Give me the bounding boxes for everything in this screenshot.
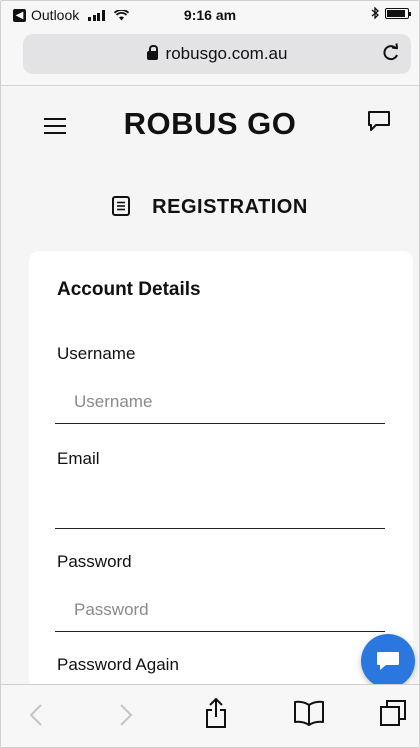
password-field-wrapper — [55, 587, 406, 633]
share-icon[interactable] — [204, 697, 228, 729]
password-label: Password — [57, 552, 132, 571]
chat-bubble-icon — [377, 652, 399, 670]
lock-icon — [146, 45, 158, 60]
username-label: Username — [57, 344, 136, 363]
chat-fab-button[interactable] — [361, 634, 415, 688]
url-text: robusgo.com.au — [165, 44, 288, 63]
back-arrow-icon[interactable] — [29, 703, 43, 727]
phone-screen: ◀ Outlook 9:16 am robusgo.com.au ROBUS G… — [0, 0, 420, 748]
email-label: Email — [57, 449, 100, 468]
password-input[interactable] — [55, 587, 406, 633]
section-title: Account Details — [57, 279, 201, 300]
reload-icon[interactable] — [381, 42, 401, 64]
forward-arrow-icon[interactable] — [119, 703, 133, 727]
registration-card: Account Details Username Email Password … — [29, 251, 413, 711]
email-input[interactable] — [55, 484, 406, 530]
site-logo[interactable]: ROBUS GO — [1, 106, 419, 142]
page-title-text: REGISTRATION — [152, 196, 308, 218]
address-bar[interactable]: robusgo.com.au — [23, 34, 411, 74]
site-navbar: ROBUS GO — [1, 86, 419, 166]
bluetooth-icon — [371, 7, 379, 19]
battery-icon — [385, 7, 411, 19]
document-icon — [112, 196, 131, 216]
password-again-label: Password Again — [57, 655, 179, 674]
status-bar: ◀ Outlook 9:16 am — [1, 1, 419, 29]
bookmarks-icon[interactable] — [293, 700, 325, 726]
tabs-icon[interactable] — [379, 699, 407, 727]
web-page: ROBUS GO REGISTRATION Account Details Us… — [1, 85, 419, 711]
username-field-wrapper — [55, 379, 406, 425]
page-title: REGISTRATION — [1, 196, 419, 219]
email-field-wrapper — [55, 484, 406, 530]
chat-icon[interactable] — [367, 110, 391, 132]
username-input[interactable] — [55, 379, 406, 425]
status-right — [371, 7, 411, 19]
status-time: 9:16 am — [183, 7, 237, 23]
browser-toolbar — [1, 684, 419, 747]
url-display[interactable]: robusgo.com.au — [23, 44, 411, 64]
